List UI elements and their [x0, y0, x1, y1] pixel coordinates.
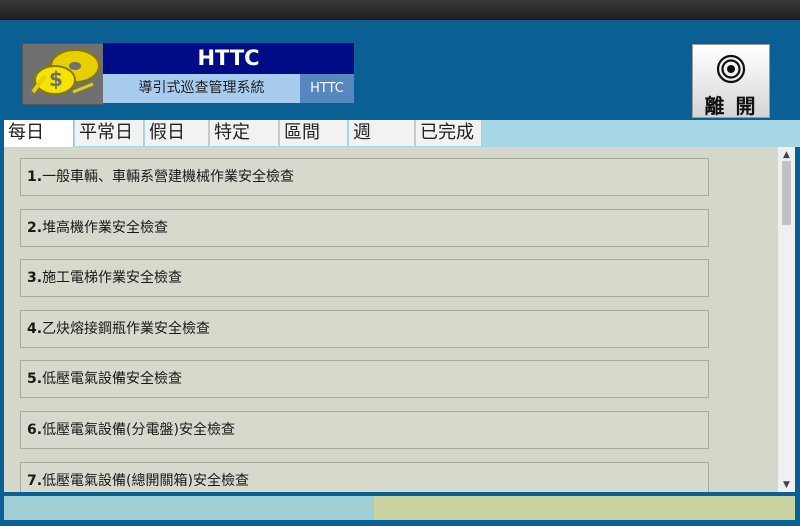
- app-logo: $: [22, 43, 104, 105]
- target-icon: [716, 54, 746, 84]
- app-title: HTTC: [103, 43, 354, 74]
- item-number: 6.: [27, 422, 43, 438]
- item-label: 低壓電氣設備安全檢查: [42, 371, 183, 387]
- checklist-item[interactable]: 3.施工電梯作業安全檢查: [20, 259, 709, 297]
- checklist-item[interactable]: 7.低壓電氣設備(總開關箱)安全檢查: [20, 462, 709, 492]
- app-code: HTTC: [300, 74, 354, 103]
- tab-bar: 每日 平常日 假日 特定 區間 週 已完成: [4, 120, 800, 148]
- item-number: 3.: [27, 270, 43, 286]
- app-subtitle: 導引式巡查管理系統: [103, 74, 300, 103]
- exit-button-label: 離 開: [704, 94, 758, 118]
- checklist-panel: 1.一般車輛、車輛系營建機械作業安全檢查 2.堆高機作業安全檢查 3.施工電梯作…: [4, 147, 778, 492]
- item-number: 1.: [27, 169, 43, 185]
- item-label: 低壓電氣設備(分電盤)安全檢查: [42, 422, 235, 438]
- checklist-item[interactable]: 6.低壓電氣設備(分電盤)安全檢查: [20, 411, 709, 449]
- item-label: 堆高機作業安全檢查: [42, 220, 169, 236]
- item-number: 4.: [27, 321, 43, 337]
- vertical-scrollbar[interactable]: ▲ ▼: [778, 147, 795, 492]
- footer-left-panel: [4, 496, 374, 520]
- tab-specific[interactable]: 特定: [210, 120, 279, 146]
- checklist-item[interactable]: 5.低壓電氣設備安全檢查: [20, 360, 709, 398]
- window-top-bar: [0, 0, 800, 20]
- scrollbar-thumb[interactable]: [782, 161, 791, 225]
- item-number: 5.: [27, 371, 43, 387]
- item-number: 2.: [27, 220, 43, 236]
- checklist-item[interactable]: 2.堆高機作業安全檢查: [20, 209, 709, 247]
- tab-week[interactable]: 週: [349, 120, 415, 146]
- tab-daily[interactable]: 每日: [4, 120, 74, 148]
- chevron-down-icon[interactable]: ▼: [778, 479, 795, 491]
- checklist-item[interactable]: 1.一般車輛、車輛系營建機械作業安全檢查: [20, 158, 709, 196]
- tab-interval[interactable]: 區間: [280, 120, 348, 146]
- chevron-up-icon[interactable]: ▲: [778, 149, 795, 161]
- tab-weekday[interactable]: 平常日: [75, 120, 144, 146]
- tab-completed[interactable]: 已完成: [416, 120, 482, 146]
- item-label: 一般車輛、車輛系營建機械作業安全檢查: [42, 169, 295, 185]
- exit-button[interactable]: 離 開: [692, 44, 770, 118]
- top-divider: [0, 20, 800, 23]
- svg-text:$: $: [49, 67, 63, 91]
- tab-holiday[interactable]: 假日: [145, 120, 209, 146]
- item-label: 低壓電氣設備(總開關箱)安全檢查: [42, 473, 249, 489]
- item-label: 乙炔熔接鋼瓶作業安全檢查: [42, 321, 211, 337]
- item-number: 7.: [27, 473, 43, 489]
- item-label: 施工電梯作業安全檢查: [42, 270, 183, 286]
- checklist-item[interactable]: 4.乙炔熔接鋼瓶作業安全檢查: [20, 310, 709, 348]
- cd-disc-logo-icon: $: [23, 44, 103, 104]
- footer-right-panel: [374, 496, 795, 520]
